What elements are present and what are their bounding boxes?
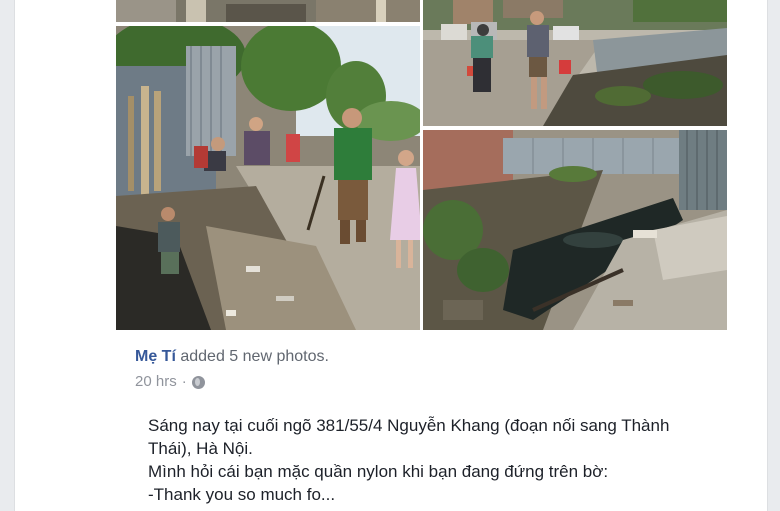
post-header: Mẹ Tí added 5 new photos. 20 hrs · (135, 346, 735, 392)
photo-street-motorbike[interactable] (423, 0, 727, 126)
post-action: added (180, 348, 225, 365)
post-header-line: Mẹ Tí added 5 new photos. (135, 346, 735, 368)
post-body: Sáng nay tại cuối ngõ 381/55/4 Nguyễn Kh… (148, 414, 748, 506)
post-card: Mẹ Tí added 5 new photos. 20 hrs · Sáng … (14, 0, 768, 511)
header-period: . (324, 348, 329, 365)
photo-canal-cleanup[interactable] (116, 26, 420, 330)
post-text-line: Mình hỏi cái bạn mặc quần nylon khi bạn … (148, 462, 609, 481)
post-timestamp[interactable]: 20 hrs (135, 372, 177, 392)
photo-canal-water[interactable] (423, 130, 727, 330)
post-text-line: -Thank you so much fo... (148, 485, 336, 504)
post-text-line: Thái), Hà Nội. (148, 439, 253, 458)
meta-separator: · (181, 373, 187, 390)
author-name[interactable]: Mẹ Tí (135, 348, 176, 365)
post-text-line: Sáng nay tại cuối ngõ 381/55/4 Nguyễn Kh… (148, 416, 670, 435)
photo-top-left-partial[interactable] (116, 0, 420, 22)
post-subline: 20 hrs · (135, 372, 735, 392)
globe-icon[interactable] (191, 375, 205, 389)
photos-link[interactable]: 5 new photos (229, 348, 324, 365)
